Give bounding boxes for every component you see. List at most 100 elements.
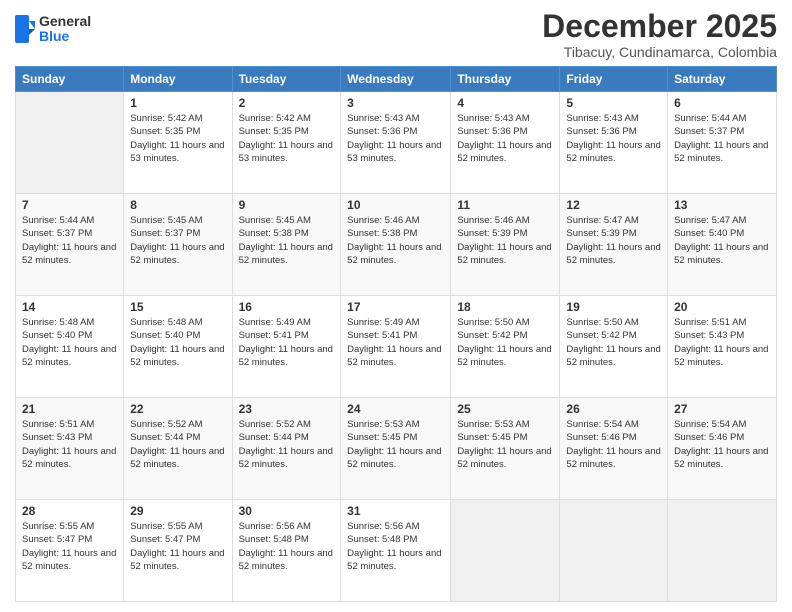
day-info: Sunrise: 5:53 AM Sunset: 5:45 PM Dayligh…: [457, 418, 553, 471]
day-number: 3: [347, 96, 444, 110]
calendar-cell: 18Sunrise: 5:50 AM Sunset: 5:42 PM Dayli…: [451, 296, 560, 398]
calendar-cell: 19 Sunrise: 5:50 AM Sunset: 5:42 PM Dayli…: [560, 296, 668, 398]
calendar-cell: 20Sunrise: 5:51 AM Sunset: 5:43 PM Dayli…: [668, 296, 777, 398]
day-info: Sunrise: 5:55 AM Sunset: 5:47 PM Dayligh…: [22, 520, 117, 573]
day-info: Sunrise: 5:49 AM Sunset: 5:41 PM Dayligh…: [347, 316, 444, 369]
calendar-cell: 22 Sunrise: 5:52 AM Sunset: 5:44 PM Dayli…: [124, 398, 232, 500]
calendar-cell: 2 Sunrise: 5:42 AM Sunset: 5:35 PM Daylig…: [232, 92, 341, 194]
day-number: 15: [130, 300, 225, 314]
day-info: Sunrise: 5:50 AM Sunset: 5:42 PM Dayligh…: [566, 316, 661, 369]
day-info: Sunrise: 5:55 AM Sunset: 5:47 PM Dayligh…: [130, 520, 225, 573]
day-number: 7: [22, 198, 117, 212]
calendar-week-4: 28 Sunrise: 5:55 AM Sunset: 5:47 PM Dayli…: [16, 500, 777, 602]
calendar-week-0: 1Sunrise: 5:42 AM Sunset: 5:35 PM Daylig…: [16, 92, 777, 194]
day-number: 26: [566, 402, 661, 416]
calendar-cell: 24 Sunrise: 5:53 AM Sunset: 5:45 PM Dayli…: [341, 398, 451, 500]
day-number: 9: [239, 198, 335, 212]
day-number: 30: [239, 504, 335, 518]
calendar-cell: 29 Sunrise: 5:55 AM Sunset: 5:47 PM Dayli…: [124, 500, 232, 602]
day-number: 12: [566, 198, 661, 212]
calendar-table: SundayMondayTuesdayWednesdayThursdayFrid…: [15, 66, 777, 602]
calendar-cell: 30 Sunrise: 5:56 AM Sunset: 5:48 PM Dayli…: [232, 500, 341, 602]
logo-blue: Blue: [39, 29, 91, 44]
calendar-cell: 10Sunrise: 5:46 AM Sunset: 5:38 PM Dayli…: [341, 194, 451, 296]
logo: General Blue: [15, 14, 91, 45]
calendar-cell: 12 Sunrise: 5:47 AM Sunset: 5:39 PM Dayli…: [560, 194, 668, 296]
day-info: Sunrise: 5:51 AM Sunset: 5:43 PM Dayligh…: [22, 418, 117, 471]
day-number: 25: [457, 402, 553, 416]
calendar-cell: 16Sunrise: 5:49 AM Sunset: 5:41 PM Dayli…: [232, 296, 341, 398]
day-header-friday: Friday: [560, 67, 668, 92]
logo-icon: [15, 15, 35, 43]
calendar-cell: 27 Sunrise: 5:54 AM Sunset: 5:46 PM Dayli…: [668, 398, 777, 500]
day-info: Sunrise: 5:48 AM Sunset: 5:40 PM Dayligh…: [22, 316, 117, 369]
title-section: December 2025 Tibacuy, Cundinamarca, Col…: [542, 10, 777, 60]
day-number: 11: [457, 198, 553, 212]
day-info: Sunrise: 5:45 AM Sunset: 5:37 PM Dayligh…: [130, 214, 225, 267]
day-info: Sunrise: 5:53 AM Sunset: 5:45 PM Dayligh…: [347, 418, 444, 471]
day-number: 18: [457, 300, 553, 314]
day-number: 21: [22, 402, 117, 416]
day-info: Sunrise: 5:52 AM Sunset: 5:44 PM Dayligh…: [130, 418, 225, 471]
day-header-monday: Monday: [124, 67, 232, 92]
day-info: Sunrise: 5:42 AM Sunset: 5:35 PM Dayligh…: [130, 112, 225, 165]
day-number: 4: [457, 96, 553, 110]
day-info: Sunrise: 5:43 AM Sunset: 5:36 PM Dayligh…: [347, 112, 444, 165]
day-number: 19: [566, 300, 661, 314]
calendar-cell: 3 Sunrise: 5:43 AM Sunset: 5:36 PM Daylig…: [341, 92, 451, 194]
calendar-cell: 23Sunrise: 5:52 AM Sunset: 5:44 PM Dayli…: [232, 398, 341, 500]
day-number: 22: [130, 402, 225, 416]
calendar-cell: 31 Sunrise: 5:56 AM Sunset: 5:48 PM Dayli…: [341, 500, 451, 602]
month-title: December 2025: [542, 10, 777, 42]
day-info: Sunrise: 5:48 AM Sunset: 5:40 PM Dayligh…: [130, 316, 225, 369]
day-info: Sunrise: 5:46 AM Sunset: 5:39 PM Dayligh…: [457, 214, 553, 267]
location: Tibacuy, Cundinamarca, Colombia: [542, 44, 777, 60]
calendar-week-2: 14Sunrise: 5:48 AM Sunset: 5:40 PM Dayli…: [16, 296, 777, 398]
day-number: 24: [347, 402, 444, 416]
logo-general: General: [39, 14, 91, 29]
calendar-cell: 15 Sunrise: 5:48 AM Sunset: 5:40 PM Dayli…: [124, 296, 232, 398]
calendar-week-3: 21 Sunrise: 5:51 AM Sunset: 5:43 PM Dayli…: [16, 398, 777, 500]
day-info: Sunrise: 5:45 AM Sunset: 5:38 PM Dayligh…: [239, 214, 335, 267]
day-number: 31: [347, 504, 444, 518]
day-number: 13: [674, 198, 770, 212]
calendar-cell: 25 Sunrise: 5:53 AM Sunset: 5:45 PM Dayli…: [451, 398, 560, 500]
day-header-sunday: Sunday: [16, 67, 124, 92]
day-number: 16: [239, 300, 335, 314]
day-info: Sunrise: 5:43 AM Sunset: 5:36 PM Dayligh…: [457, 112, 553, 165]
calendar-cell: 1Sunrise: 5:42 AM Sunset: 5:35 PM Daylig…: [124, 92, 232, 194]
day-info: Sunrise: 5:43 AM Sunset: 5:36 PM Dayligh…: [566, 112, 661, 165]
day-info: Sunrise: 5:42 AM Sunset: 5:35 PM Dayligh…: [239, 112, 335, 165]
calendar-cell: 26 Sunrise: 5:54 AM Sunset: 5:46 PM Dayli…: [560, 398, 668, 500]
day-info: Sunrise: 5:44 AM Sunset: 5:37 PM Dayligh…: [22, 214, 117, 267]
day-number: 29: [130, 504, 225, 518]
calendar-cell: [16, 92, 124, 194]
day-info: Sunrise: 5:44 AM Sunset: 5:37 PM Dayligh…: [674, 112, 770, 165]
day-header-wednesday: Wednesday: [341, 67, 451, 92]
day-info: Sunrise: 5:56 AM Sunset: 5:48 PM Dayligh…: [239, 520, 335, 573]
calendar-cell: 21 Sunrise: 5:51 AM Sunset: 5:43 PM Dayli…: [16, 398, 124, 500]
day-number: 17: [347, 300, 444, 314]
calendar-cell: 11 Sunrise: 5:46 AM Sunset: 5:39 PM Dayli…: [451, 194, 560, 296]
calendar-cell: [451, 500, 560, 602]
calendar-cell: 7 Sunrise: 5:44 AM Sunset: 5:37 PM Daylig…: [16, 194, 124, 296]
calendar-cell: 28 Sunrise: 5:55 AM Sunset: 5:47 PM Dayli…: [16, 500, 124, 602]
calendar-cell: 9 Sunrise: 5:45 AM Sunset: 5:38 PM Daylig…: [232, 194, 341, 296]
calendar-cell: 14Sunrise: 5:48 AM Sunset: 5:40 PM Dayli…: [16, 296, 124, 398]
day-info: Sunrise: 5:54 AM Sunset: 5:46 PM Dayligh…: [674, 418, 770, 471]
logo-text: General Blue: [39, 14, 91, 45]
day-info: Sunrise: 5:56 AM Sunset: 5:48 PM Dayligh…: [347, 520, 444, 573]
day-number: 10: [347, 198, 444, 212]
calendar-cell: [668, 500, 777, 602]
calendar-header-row: SundayMondayTuesdayWednesdayThursdayFrid…: [16, 67, 777, 92]
calendar-week-1: 7 Sunrise: 5:44 AM Sunset: 5:37 PM Daylig…: [16, 194, 777, 296]
day-number: 27: [674, 402, 770, 416]
day-info: Sunrise: 5:47 AM Sunset: 5:39 PM Dayligh…: [566, 214, 661, 267]
day-number: 23: [239, 402, 335, 416]
day-number: 28: [22, 504, 117, 518]
day-info: Sunrise: 5:54 AM Sunset: 5:46 PM Dayligh…: [566, 418, 661, 471]
day-number: 2: [239, 96, 335, 110]
calendar-cell: 8Sunrise: 5:45 AM Sunset: 5:37 PM Daylig…: [124, 194, 232, 296]
day-info: Sunrise: 5:51 AM Sunset: 5:43 PM Dayligh…: [674, 316, 770, 369]
calendar-cell: 5Sunrise: 5:43 AM Sunset: 5:36 PM Daylig…: [560, 92, 668, 194]
